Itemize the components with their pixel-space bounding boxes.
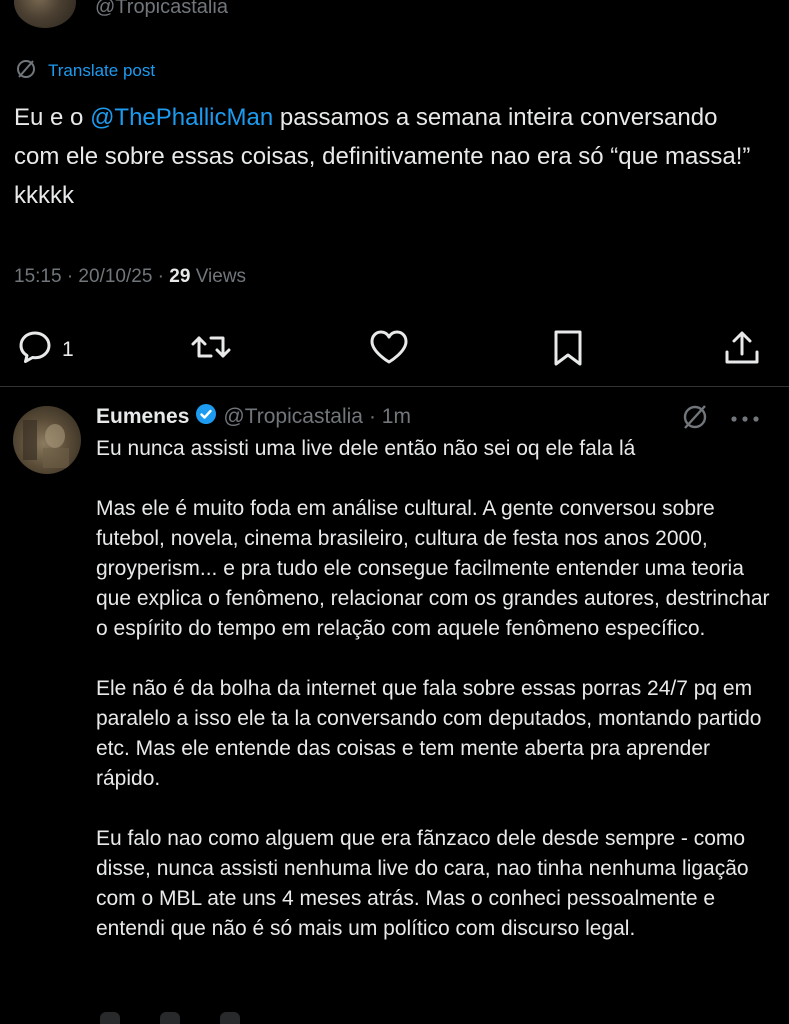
- post-text-part: Eu e o: [14, 104, 91, 131]
- grok-icon[interactable]: [680, 402, 710, 437]
- reply-text: Eu nunca assisti uma live dele então não…: [96, 434, 776, 974]
- retweet-icon: [190, 328, 232, 371]
- bookmark-icon: [550, 328, 586, 373]
- reply-paragraph: Eu nunca assisti uma live dele então não…: [96, 437, 636, 460]
- action-bar: 1: [0, 322, 789, 374]
- more-icon[interactable]: [730, 411, 760, 429]
- share-icon: [722, 328, 762, 373]
- divider: [0, 386, 789, 387]
- avatar[interactable]: [14, 0, 76, 28]
- reply-icon: [16, 328, 54, 371]
- translate-label[interactable]: Translate post: [48, 61, 155, 81]
- reply-author-handle[interactable]: @Tropicastalia: [223, 405, 363, 429]
- reply-action-bar-partial: [0, 1012, 789, 1024]
- views-label: Views: [190, 266, 247, 287]
- reply-paragraph: Mas ele é muito foda em análise cultural…: [96, 497, 770, 640]
- reply-timestamp[interactable]: · 1m: [369, 405, 411, 429]
- post-text: Eu e o @ThePhallicMan passamos a semana …: [14, 98, 754, 215]
- like-button[interactable]: [368, 328, 410, 371]
- reply-paragraph: Ele não é da bolha da internet que fala …: [96, 677, 762, 790]
- reply-author-name[interactable]: Eumenes: [96, 405, 189, 429]
- post-author-row: @Tropicastalia: [0, 0, 789, 40]
- avatar[interactable]: [13, 406, 81, 474]
- share-button[interactable]: [722, 328, 762, 373]
- like-icon: [368, 328, 410, 371]
- reply-paragraph: Eu falo nao como alguem que era fãnzaco …: [96, 827, 749, 940]
- translate-icon: [14, 57, 38, 86]
- reply-button[interactable]: 1: [16, 328, 74, 371]
- reply-header: Eumenes @Tropicastalia · 1m: [96, 402, 411, 432]
- reply-count: 1: [62, 337, 74, 361]
- reply-header-icons: [680, 402, 760, 437]
- mention-link[interactable]: @ThePhallicMan: [90, 104, 273, 131]
- post-timestamp[interactable]: 15:15 · 20/10/25 ·: [14, 266, 169, 287]
- verified-icon: [195, 403, 217, 431]
- reply-icon[interactable]: [100, 1012, 120, 1024]
- retweet-icon[interactable]: [160, 1012, 180, 1024]
- retweet-button[interactable]: [190, 328, 232, 371]
- bookmark-button[interactable]: [550, 328, 586, 373]
- translate-post-link[interactable]: Translate post: [14, 58, 155, 84]
- author-handle[interactable]: @Tropicastalia: [95, 0, 228, 19]
- views-count: 29: [169, 266, 191, 287]
- like-icon[interactable]: [220, 1012, 240, 1024]
- post-meta: 15:15 · 20/10/25 · 29 Views: [14, 266, 246, 288]
